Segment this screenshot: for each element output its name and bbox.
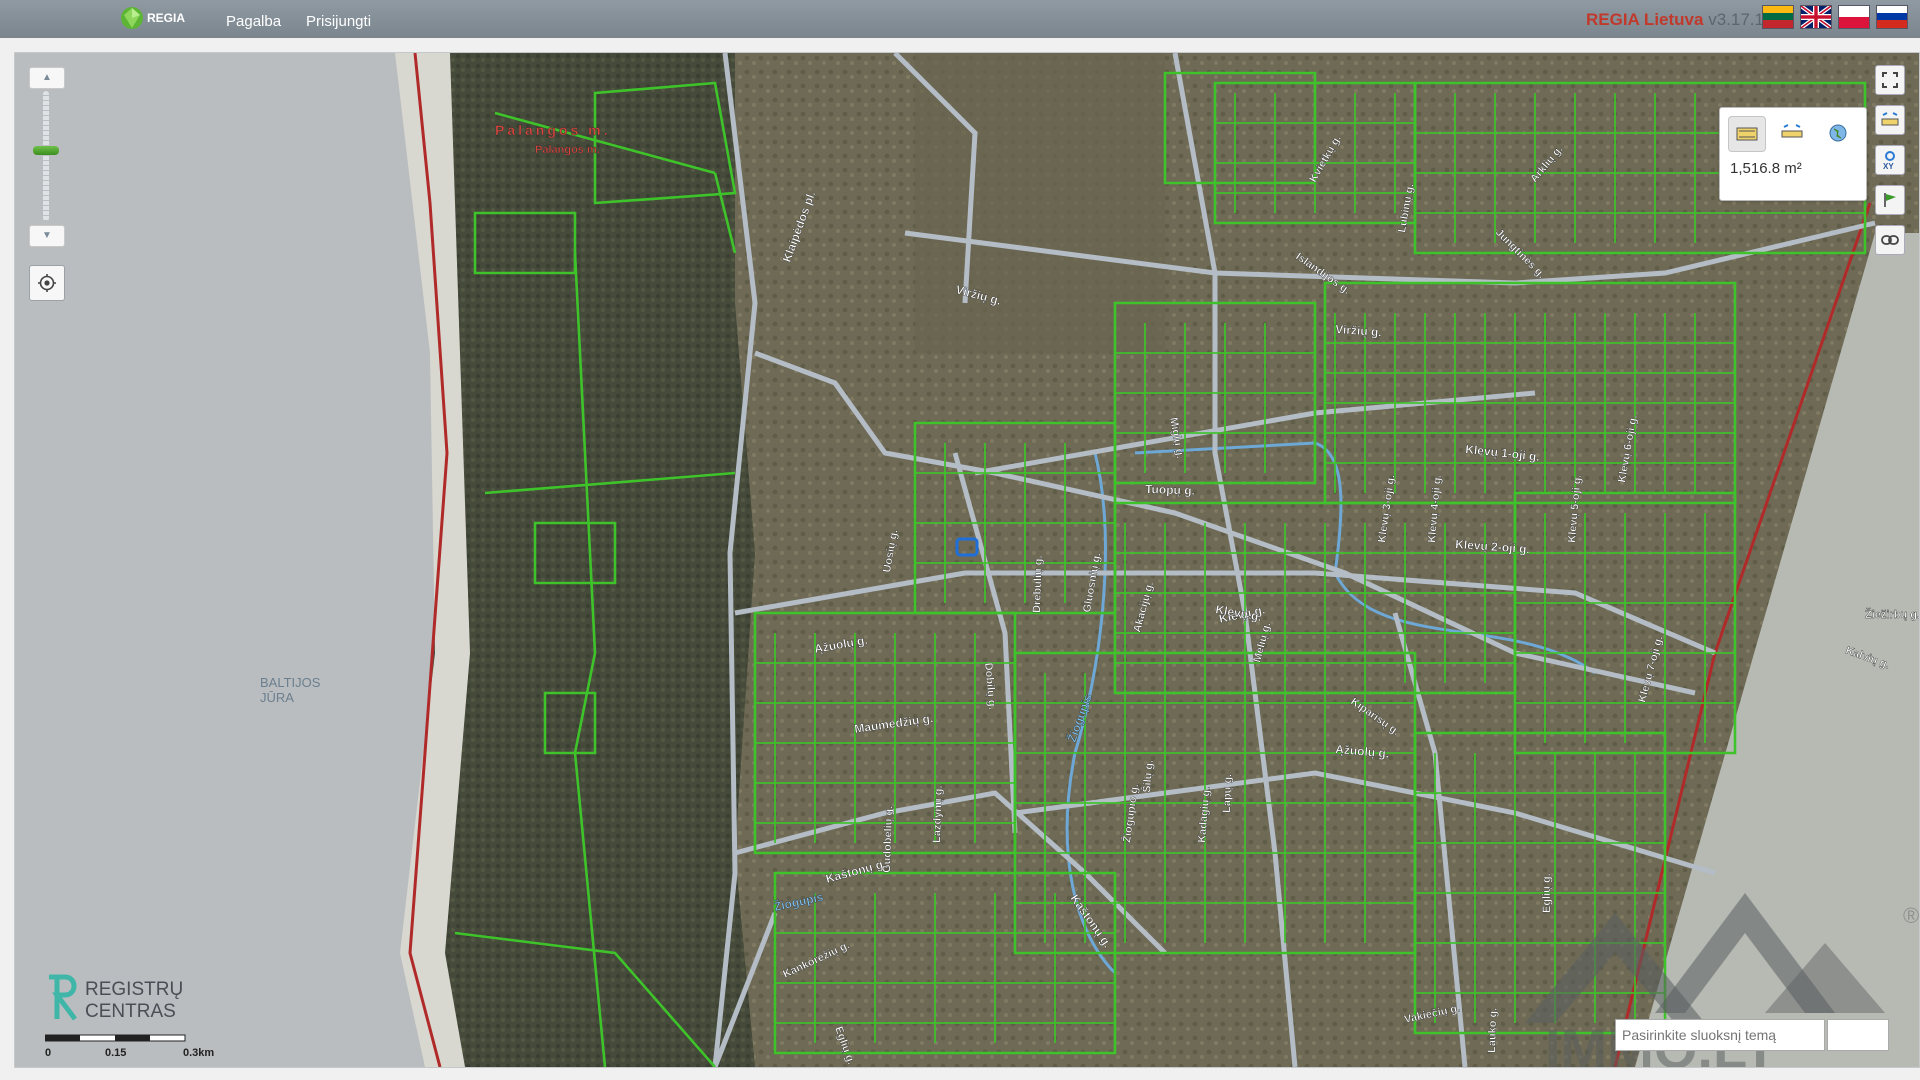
street-label: Klevų 5-oji g. (1566, 474, 1584, 543)
xy-coordinates-button[interactable]: XY (1875, 145, 1905, 175)
nav-login[interactable]: Prisijungti (306, 13, 371, 30)
street-label: Jungtinės g. (1493, 227, 1547, 281)
nav-help[interactable]: Pagalba (226, 13, 281, 30)
zoom-out-icon: ▼ (42, 230, 52, 241)
street-label: Klevų 4-oji g. (1426, 474, 1444, 543)
brand-name: REGIA Lietuva (1586, 10, 1704, 29)
zoom-slider-track[interactable] (43, 91, 49, 221)
street-label: Ąžuolų g. (813, 633, 869, 656)
fullscreen-icon (1882, 72, 1898, 88)
street-label: Akacijų g. (1131, 580, 1156, 633)
distance-measure-button[interactable] (1774, 116, 1810, 150)
street-label: Ąžuolų g. (1335, 742, 1390, 761)
zoom-in-icon: ▲ (42, 72, 52, 83)
street-label: Arklių g. (1528, 143, 1565, 184)
street-label: Klevų 2-oji g. (1455, 537, 1530, 556)
layer-search (1615, 1019, 1893, 1053)
flag-button[interactable] (1875, 185, 1905, 215)
street-label: Kiparisų g. (1348, 696, 1401, 738)
area-measure-button[interactable] (1728, 116, 1766, 152)
street-label: Melių g. (1251, 621, 1273, 664)
area-measure-icon (1736, 127, 1758, 141)
scale-label-max: 0.3km (183, 1047, 215, 1059)
zoom-slider-handle[interactable] (33, 145, 59, 155)
svg-text:XY: XY (1883, 162, 1894, 170)
zoom-out-button[interactable]: ▼ (29, 225, 65, 247)
registry-logo-line2: CENTRAS (85, 1001, 176, 1022)
flag-lt-icon[interactable] (1762, 5, 1794, 29)
flag-ru-icon[interactable] (1876, 5, 1908, 29)
street-label: Lapų g. (1221, 774, 1234, 814)
layer-search-button[interactable] (1827, 1019, 1889, 1051)
street-label: Lauko g. (1486, 1007, 1500, 1053)
language-switcher (1762, 5, 1908, 29)
regia-gem-icon (121, 7, 143, 29)
zoom-control: ▲ ▼ (29, 67, 65, 247)
street-label: Lazdynų g. (931, 785, 945, 843)
street-label: Kankorėžių g. (781, 939, 851, 980)
svg-text:®: ® (1903, 903, 1919, 928)
zoom-in-button[interactable]: ▲ (29, 67, 65, 89)
street-label: Klevų 3-oji g. (1376, 474, 1397, 543)
scale-label-mid: 0.15 (105, 1047, 127, 1059)
map-canvas[interactable]: BALTIJOS JŪRA Palangos m. Palangos m. Klai… (14, 52, 1920, 1068)
street-label: Žiogupis (773, 889, 825, 914)
street-label: Kvietkų g. (1307, 133, 1344, 185)
street-label: Islandijos g. (1293, 251, 1352, 297)
flag-icon (1884, 193, 1896, 207)
street-label: Klevų 6-oji g. (1616, 414, 1640, 484)
scale-bar-graphic (44, 1034, 186, 1042)
street-label: Eglių g. (832, 1025, 857, 1066)
street-label: Maumedžių g. (853, 711, 934, 736)
target-icon (38, 274, 56, 292)
street-label: Klaipėdos pl. (780, 189, 819, 264)
scale-label-0: 0 (45, 1047, 52, 1059)
registry-logo-line1: REGISTRŲ (85, 979, 183, 1000)
street-label: Žiežirbų g. (1865, 608, 1919, 621)
layer-search-input[interactable] (1615, 1019, 1825, 1051)
street-label: Šilų g. (1140, 759, 1156, 793)
fullscreen-button[interactable] (1875, 65, 1905, 95)
scale-bar: 0 0.15 0.3km (44, 1031, 214, 1061)
street-label: Klevų 7-oji g. (1636, 635, 1665, 704)
street-label: Viržių g. (1335, 322, 1382, 339)
street-label: Žiogupis (1064, 692, 1095, 744)
brand-title: REGIA Lietuva v3.17.1 (1586, 10, 1764, 30)
street-label: Kadagių g. (1196, 786, 1213, 843)
street-label: Drebulių g. (1031, 555, 1045, 613)
street-label: Uosių g. (881, 529, 900, 574)
xy-coordinates-icon: XY (1883, 151, 1895, 170)
measure-panel: 1,516.8 m² (1719, 107, 1867, 201)
street-label: Palangos m. (535, 144, 600, 156)
street-label: Tuopų g. (1145, 482, 1195, 498)
flag-en-icon[interactable] (1800, 5, 1832, 29)
street-label: Vakiečių g. (1403, 1002, 1461, 1026)
link-button[interactable] (1875, 225, 1905, 255)
distance-measure-icon (1781, 124, 1803, 138)
measure-icon (1881, 112, 1899, 126)
locate-button[interactable] (29, 265, 65, 301)
brand-version: v3.17.1 (1708, 10, 1764, 29)
flag-pl-icon[interactable] (1838, 5, 1870, 29)
street-label: Gluosnių g. (1081, 552, 1103, 614)
street-label: Kaštonų g. (824, 856, 888, 886)
street-label: Žiogupio g. (1120, 783, 1141, 843)
globe-button[interactable] (1820, 116, 1856, 150)
registry-centre-logo: REGISTRŲ CENTRAS (49, 974, 183, 1022)
street-label: Palangos m. (495, 122, 610, 138)
street-label: Miglų g. (1167, 416, 1186, 459)
street-label: Dobilų g. (982, 662, 998, 710)
street-label: Kalvių g. (1844, 645, 1891, 672)
street-label: Klevų 1-oji g. (1465, 442, 1541, 464)
street-label: Kaštonų g. (1068, 892, 1115, 951)
link-icon (1881, 235, 1899, 245)
regia-logo[interactable]: REGIA (120, 6, 185, 30)
parcel-area-readout: 1,516.8 m² (1730, 160, 1802, 177)
regia-logo-text: REGIA (147, 11, 186, 25)
measure-tool-button[interactable] (1875, 105, 1905, 135)
globe-icon (1829, 124, 1847, 142)
top-bar: REGIA Pagalba Prisijungti REGIA Lietuva … (0, 0, 1920, 38)
street-label: Viržių g. (954, 282, 1002, 308)
street-label: Lubinų g. (1396, 183, 1416, 234)
